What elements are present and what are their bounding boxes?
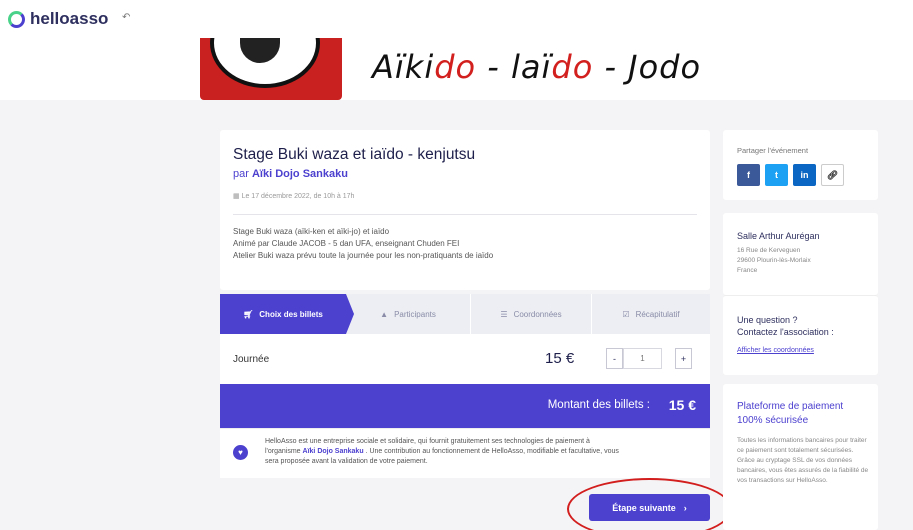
contact-card: Une question ? Contactez l'association :… (723, 295, 878, 375)
total-label: Montant des billets : (547, 399, 650, 411)
share-card: Partager l'événement f t in 🔗︎ (723, 130, 878, 200)
contribution-notice: ♥ HelloAsso est une entreprise sociale e… (220, 428, 710, 478)
venue-name: Salle Arthur Aurégan (737, 231, 820, 241)
chevron-right-icon: › (683, 502, 687, 513)
event-date: ▦ Le 17 décembre 2022, de 10h à 17h (233, 193, 355, 200)
step-ticket-choice[interactable]: 🛒︎ Choix des billets (220, 294, 354, 334)
total-value: 15 € (668, 397, 696, 413)
contribution-text: HelloAsso est une entreprise sociale et … (265, 438, 619, 465)
event-banner: Aïkido - laïdo - Jodo (0, 38, 913, 100)
step-summary[interactable]: ☑ Récapitulatif (592, 294, 710, 334)
back-arrow-icon[interactable]: ↶ (122, 12, 130, 23)
next-step-button[interactable]: Étape suivante › (589, 494, 710, 521)
quantity-decrease-button[interactable]: - (606, 348, 623, 369)
link-icon: 🔗︎ (826, 169, 839, 180)
secure-payment-title: Plateforme de paiement 100% sécurisée (737, 401, 844, 426)
quantity-input[interactable]: 1 (623, 348, 662, 369)
list-icon: ☰ (500, 309, 508, 319)
twitter-share-button[interactable]: t (765, 164, 788, 186)
show-contact-link[interactable]: Afficher les coordonnées (737, 347, 814, 354)
venue-address: 16 Rue de Kerveguen 29600 Plourin-lès-Mo… (737, 247, 811, 274)
calendar-icon: ▦ (233, 193, 240, 200)
heart-icon: ♥ (233, 445, 248, 460)
event-title: Stage Buki waza et iaïdo - kenjutsu (233, 146, 476, 163)
check-icon: ☑ (622, 309, 630, 319)
quantity-increase-button[interactable]: + (675, 348, 692, 369)
step-coordinates[interactable]: ☰ Coordonnées (471, 294, 591, 334)
facebook-share-button[interactable]: f (737, 164, 760, 186)
brand-name: helloasso (30, 9, 109, 28)
event-description: Stage Buki waza (aïki-ken et aïki-jo) et… (233, 227, 494, 260)
organizer-link[interactable]: Aïki Dojo Sankaku (252, 168, 348, 180)
event-details-card: Stage Buki waza et iaïdo - kenjutsu par … (220, 130, 710, 290)
total-bar: Montant des billets : 15 € (220, 384, 710, 428)
step-participants[interactable]: ▲ Participants (346, 294, 470, 334)
copy-link-button[interactable]: 🔗︎ (821, 164, 844, 186)
share-label: Partager l'événement (737, 146, 809, 155)
cart-icon: 🛒︎ (243, 309, 254, 319)
ticket-price: 15 € (545, 350, 575, 367)
linkedin-share-button[interactable]: in (793, 164, 816, 186)
user-icon: ▲ (380, 309, 389, 319)
secure-payment-card: Plateforme de paiement 100% sécurisée To… (723, 384, 878, 530)
event-organizer: par Aïki Dojo Sankaku (233, 168, 348, 180)
ticket-name: Journée (233, 354, 270, 365)
top-bar: helloasso ↶ (0, 0, 913, 38)
logo-mark-icon (8, 10, 25, 28)
club-logo-image (200, 38, 342, 100)
checkout-steps: 🛒︎ Choix des billets ▲ Participants ☰ Co… (220, 294, 710, 334)
helloasso-logo[interactable]: helloasso (8, 9, 108, 29)
ticket-row: Journée 15 € - 1 + (220, 334, 710, 384)
contact-title: Une question ? Contactez l'association : (737, 315, 834, 337)
secure-payment-text: Toutes les informations bancaires pour t… (737, 437, 869, 484)
divider (233, 214, 697, 215)
banner-title: Aïkido - laïdo - Jodo (372, 48, 702, 86)
location-card: Salle Arthur Aurégan 16 Rue de Kerveguen… (723, 213, 878, 295)
